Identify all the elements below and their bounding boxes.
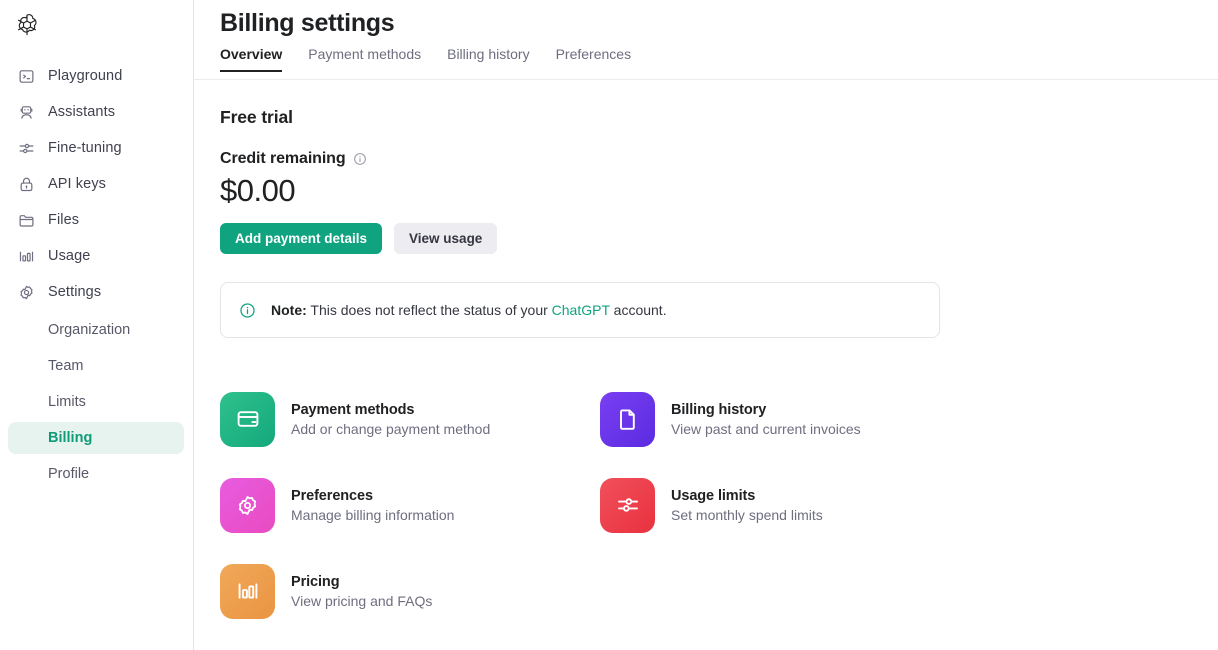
lock-icon bbox=[16, 174, 36, 194]
card-text: Billing history View past and current in… bbox=[671, 402, 861, 437]
tab-payment-methods[interactable]: Payment methods bbox=[295, 46, 434, 72]
card-title: Usage limits bbox=[671, 487, 756, 504]
card-text: Payment methods Add or change payment me… bbox=[291, 402, 490, 437]
card-text: Preferences Manage billing information bbox=[291, 488, 454, 523]
sidebar-item-team[interactable]: Team bbox=[8, 350, 184, 382]
card-preferences[interactable]: Preferences Manage billing information bbox=[220, 462, 600, 548]
tab-overview[interactable]: Overview bbox=[220, 46, 295, 72]
card-subtitle: View pricing and FAQs bbox=[291, 592, 433, 609]
sidebar-subitem-label: Limits bbox=[48, 393, 86, 410]
sidebar-item-usage[interactable]: Usage bbox=[8, 238, 186, 274]
sidebar-subitem-label: Billing bbox=[48, 429, 93, 446]
sliders-icon bbox=[16, 138, 36, 158]
sidebar-item-label: Playground bbox=[48, 67, 123, 84]
sidebar-item-label: Usage bbox=[48, 247, 91, 264]
credit-amount: $0.00 bbox=[220, 173, 296, 208]
tab-label: Payment methods bbox=[308, 46, 422, 62]
robot-icon bbox=[16, 102, 36, 122]
sidebar-item-label: Assistants bbox=[48, 103, 116, 120]
card-subtitle: Set monthly spend limits bbox=[671, 506, 823, 523]
sidebar-item-label: Files bbox=[48, 211, 80, 228]
add-payment-details-button[interactable]: Add payment details bbox=[220, 223, 383, 255]
sidebar-item-assistants[interactable]: Assistants bbox=[8, 94, 186, 130]
bar-chart-icon bbox=[220, 563, 275, 619]
gear-icon bbox=[220, 477, 275, 533]
chatgpt-link[interactable]: ChatGPT bbox=[552, 302, 610, 318]
sidebar-item-organization[interactable]: Organization bbox=[8, 314, 184, 346]
note-prefix: Note: bbox=[271, 301, 307, 318]
sidebar-item-settings[interactable]: Settings bbox=[8, 274, 186, 310]
tab-label: Preferences bbox=[555, 46, 632, 62]
sidebar-subitem-label: Profile bbox=[48, 465, 90, 482]
card-title: Billing history bbox=[671, 401, 767, 418]
card-subtitle: Manage billing information bbox=[291, 506, 455, 523]
tab-preferences[interactable]: Preferences bbox=[543, 46, 644, 72]
note-text: Note: This does not reflect the status o… bbox=[271, 301, 667, 321]
card-billing-history[interactable]: Billing history View past and current in… bbox=[600, 376, 980, 462]
folder-icon bbox=[16, 210, 36, 230]
tab-billing-history[interactable]: Billing history bbox=[434, 46, 542, 72]
billing-actions: Add payment details View usage bbox=[220, 223, 1192, 255]
sidebar-item-fine-tuning[interactable]: Fine-tuning bbox=[8, 130, 186, 166]
info-circle-icon bbox=[239, 302, 257, 319]
app-root: Playground Assistants Fine-tuning API ke… bbox=[0, 0, 1218, 650]
sidebar-item-files[interactable]: Files bbox=[8, 202, 186, 238]
tab-label: Overview bbox=[220, 46, 283, 62]
sidebar-item-label: Fine-tuning bbox=[48, 139, 122, 156]
card-payment-methods[interactable]: Payment methods Add or change payment me… bbox=[220, 376, 600, 462]
sliders-icon bbox=[600, 477, 655, 533]
free-trial-heading: Free trial bbox=[220, 107, 293, 127]
main-content: Billing settings Overview Payment method… bbox=[194, 0, 1218, 650]
page-title: Billing settings bbox=[220, 9, 395, 37]
note-banner: Note: This does not reflect the status o… bbox=[220, 282, 940, 339]
card-subtitle: Add or change payment method bbox=[291, 420, 491, 437]
view-usage-button[interactable]: View usage bbox=[394, 223, 498, 255]
card-pricing[interactable]: Pricing View pricing and FAQs bbox=[220, 548, 600, 634]
gear-icon bbox=[16, 282, 36, 302]
primary-nav: Playground Assistants Fine-tuning API ke… bbox=[0, 58, 194, 494]
sidebar-item-label: Settings bbox=[48, 283, 102, 300]
card-usage-limits[interactable]: Usage limits Set monthly spend limits bbox=[600, 462, 980, 548]
card-title: Payment methods bbox=[291, 401, 415, 418]
card-title: Pricing bbox=[291, 573, 340, 590]
billing-shortcut-cards: Payment methods Add or change payment me… bbox=[220, 376, 1000, 634]
sidebar-item-billing[interactable]: Billing bbox=[8, 422, 184, 454]
sidebar-item-profile[interactable]: Profile bbox=[8, 458, 184, 490]
bar-chart-icon bbox=[16, 246, 36, 266]
terminal-icon bbox=[16, 66, 36, 86]
tab-label: Billing history bbox=[447, 46, 530, 62]
sidebar-item-label: API keys bbox=[48, 175, 107, 192]
openai-logo[interactable] bbox=[10, 8, 44, 42]
tab-bar: Overview Payment methods Billing history… bbox=[220, 46, 644, 72]
note-body-before: This does not reflect the status of your bbox=[306, 301, 552, 318]
credit-remaining-row: Credit remaining bbox=[220, 150, 1192, 168]
settings-subnav: Organization Team Limits Billing Profile bbox=[0, 314, 194, 490]
card-subtitle: View past and current invoices bbox=[671, 420, 861, 437]
sidebar: Playground Assistants Fine-tuning API ke… bbox=[0, 0, 194, 650]
card-text: Pricing View pricing and FAQs bbox=[291, 574, 432, 609]
document-icon bbox=[600, 391, 655, 447]
sidebar-item-limits[interactable]: Limits bbox=[8, 386, 184, 418]
overview-panel: Free trial Credit remaining $0.00 Add pa… bbox=[194, 79, 1218, 650]
sidebar-item-api-keys[interactable]: API keys bbox=[8, 166, 186, 202]
card-text: Usage limits Set monthly spend limits bbox=[671, 488, 823, 523]
info-circle-icon[interactable] bbox=[353, 152, 367, 166]
note-body-after: account. bbox=[609, 301, 667, 318]
sidebar-subitem-label: Team bbox=[48, 357, 84, 374]
sidebar-item-playground[interactable]: Playground bbox=[8, 58, 186, 94]
credit-remaining-label: Credit remaining bbox=[220, 150, 346, 167]
card-title: Preferences bbox=[291, 487, 373, 504]
credit-card-icon bbox=[220, 391, 275, 447]
sidebar-subitem-label: Organization bbox=[48, 321, 131, 338]
